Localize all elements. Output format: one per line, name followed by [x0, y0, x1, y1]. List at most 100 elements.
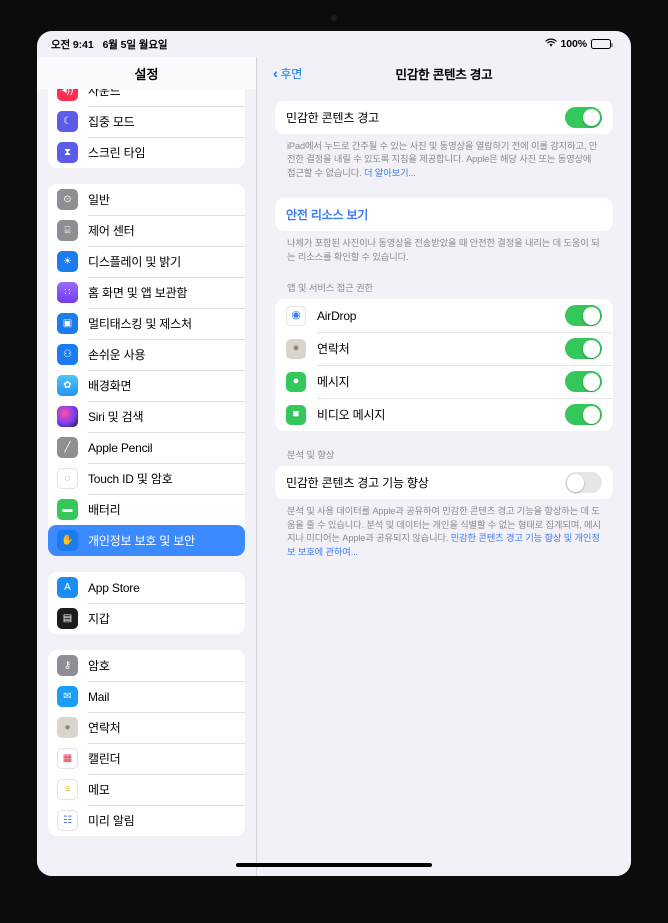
sidebar-item-label: 배터리 [88, 503, 121, 517]
sidebar-group-1: ⊙ 일반 ⌸ 제어 센터 ☀ 디스플레이 및 밝기 ∷ 홈 화면 및 앱 보관함 ▣ 멀티태스킹 … [48, 184, 245, 556]
sidebar-item-사운드[interactable]: ◂)) 사운드 [48, 89, 245, 106]
sensitive-content-warning-toggle[interactable] [565, 107, 602, 128]
ipad-screen: 오전 9:41 6월 5일 월요일 100% 설정 ◂)) 사운드 ☾ 집중 모… [37, 31, 631, 876]
home-indicator [236, 863, 432, 867]
back-button-label: 후면 [280, 66, 303, 81]
sidebar-item-홈-화면-및-앱-보관함[interactable]: ∷ 홈 화면 및 앱 보관함 [48, 277, 245, 308]
wallet-icon: ▤ [57, 608, 78, 629]
sidebar-item-label: 집중 모드 [88, 115, 135, 129]
split-view: 설정 ◂)) 사운드 ☾ 집중 모드 ⧗ 스크린 타임 ⊙ 일반 ⌸ 제어 센터 ☀ 디스플레이 및 … [37, 57, 631, 876]
contacts-icon: ● [57, 717, 78, 738]
app-permission-row-비디오-메시지[interactable]: ■ 비디오 메시지 [275, 398, 613, 431]
ipad-device-frame: 오전 9:41 6월 5일 월요일 100% 설정 ◂)) 사운드 ☾ 집중 모… [0, 0, 668, 923]
app-permission-toggle[interactable] [565, 305, 602, 327]
sidebar-item-label: 사운드 [88, 89, 121, 98]
sidebar-item-label: 멀티태스킹 및 제스처 [88, 317, 192, 331]
view-safety-resources-row[interactable]: 안전 리소스 보기 [275, 198, 613, 231]
chevron-left-icon: ‹ [273, 64, 278, 81]
front-camera [331, 15, 337, 21]
app-permission-toggle[interactable] [565, 371, 602, 393]
control-center-icon: ⌸ [57, 220, 78, 241]
sidebar-item-label: 스크린 타임 [88, 146, 146, 160]
pencil-icon: ╱ [57, 437, 78, 458]
sidebar-item-미리-알림[interactable]: ☷ 미리 알림 [48, 805, 245, 836]
sidebar-item-디스플레이-및-밝기[interactable]: ☀ 디스플레이 및 밝기 [48, 246, 245, 277]
sidebar-item-손쉬운-사용[interactable]: ⚇ 손쉬운 사용 [48, 339, 245, 370]
sensitive-content-warning-row[interactable]: 민감한 콘텐츠 경고 [275, 101, 613, 134]
learn-more-link[interactable]: 더 알아보기... [364, 168, 416, 178]
app-permission-row-메시지[interactable]: ● 메시지 [275, 365, 613, 398]
contacts-icon: ● [286, 338, 306, 359]
sidebar-item-apple-pencil[interactable]: ╱ Apple Pencil [48, 432, 245, 463]
back-button[interactable]: ‹ 후면 [273, 65, 302, 82]
hourglass-icon: ⧗ [57, 142, 78, 163]
airdrop-icon: ◉ [286, 305, 306, 326]
sidebar-item-label: Mail [88, 689, 110, 704]
sidebar-item-캘린더[interactable]: ▦ 캘린더 [48, 743, 245, 774]
app-permission-toggle[interactable] [565, 404, 602, 426]
app-store-icon: A [57, 577, 78, 598]
app-permission-label: 비디오 메시지 [317, 408, 386, 423]
sidebar-item-메모[interactable]: ≡ 메모 [48, 774, 245, 805]
multitasking-icon: ▣ [57, 313, 78, 334]
sidebar-item-label: 암호 [88, 659, 110, 673]
wallpaper-icon: ✿ [57, 375, 78, 396]
sidebar-item-siri-및-검색[interactable]: Siri 및 검색 [48, 401, 245, 432]
sidebar-item-암호[interactable]: ⚷ 암호 [48, 650, 245, 681]
sidebar-item-label: App Store [88, 580, 140, 595]
touch-id-icon: ◌ [57, 468, 78, 489]
page-title: 민감한 콘텐츠 경고 [395, 67, 493, 82]
settings-sidebar: 설정 ◂)) 사운드 ☾ 집중 모드 ⧗ 스크린 타임 ⊙ 일반 ⌸ 제어 센터 ☀ 디스플레이 및 … [37, 57, 257, 876]
status-bar-left: 오전 9:41 6월 5일 월요일 [51, 37, 168, 52]
sidebar-item-app-store[interactable]: A App Store [48, 572, 245, 603]
brightness-icon: ☀ [57, 251, 78, 272]
sidebar-item-label: Apple Pencil [88, 440, 153, 455]
analytics-footnote: 분석 및 사용 데이터를 Apple과 공유하여 민감한 콘텐츠 경고 기능을 … [275, 499, 613, 559]
sidebar-item-연락처[interactable]: ● 연락처 [48, 712, 245, 743]
apps-permissions-card: ◉ AirDrop ● 연락처 ● 메시지 ■ 비디오 메시지 [275, 299, 613, 432]
sidebar-item-배터리[interactable]: ▬ 배터리 [48, 494, 245, 525]
apps-section-header: 앱 및 서비스 접근 권한 [287, 283, 374, 294]
sidebar-item-label: Touch ID 및 암호 [88, 472, 173, 486]
sidebar-item-touch-id-및-암호[interactable]: ◌ Touch ID 및 암호 [48, 463, 245, 494]
sidebar-item-mail[interactable]: ✉ Mail [48, 681, 245, 712]
sidebar-item-label: 배경화면 [88, 379, 132, 393]
status-bar-right: 100% [544, 38, 613, 51]
speaker-icon: ◂)) [57, 89, 78, 101]
status-bar: 오전 9:41 6월 5일 월요일 100% [37, 31, 631, 57]
sidebar-item-일반[interactable]: ⊙ 일반 [48, 184, 245, 215]
improve-warning-row[interactable]: 민감한 콘텐츠 경고 기능 향상 [275, 466, 613, 499]
app-permission-row-airdrop[interactable]: ◉ AirDrop [275, 299, 613, 332]
gear-icon: ⊙ [57, 189, 78, 210]
app-permission-row-연락처[interactable]: ● 연락처 [275, 332, 613, 365]
app-permission-label: AirDrop [317, 308, 357, 323]
sidebar-group-3: ⚷ 암호 ✉ Mail ● 연락처 ▦ 캘린더 ≡ 메모 ☷ 미리 알림 [48, 650, 245, 836]
sidebar-item-제어-센터[interactable]: ⌸ 제어 센터 [48, 215, 245, 246]
sidebar-item-멀티태스킹-및-제스처[interactable]: ▣ 멀티태스킹 및 제스처 [48, 308, 245, 339]
sidebar-item-label: 미리 알림 [88, 814, 135, 828]
safety-resources-footnote: 나체가 포함된 사진이나 동영상을 전송받았을 때 안전한 결정을 내리는 데 … [275, 231, 613, 264]
sidebar-item-개인정보-보호-및-보안[interactable]: ✋ 개인정보 보호 및 보안 [48, 525, 245, 556]
analytics-section-header: 분석 및 향상 [287, 450, 335, 461]
reminders-icon: ☷ [57, 810, 78, 831]
sidebar-title: 설정 [37, 57, 256, 89]
sidebar-item-label: 제어 센터 [88, 224, 135, 238]
improve-warning-toggle[interactable] [565, 472, 602, 494]
sidebar-item-지갑[interactable]: ▤ 지갑 [48, 603, 245, 634]
sidebar-item-집중-모드[interactable]: ☾ 집중 모드 [48, 106, 245, 137]
detail-scroll-area[interactable]: 민감한 콘텐츠 경고 iPad에서 누드로 간주될 수 있는 사진 및 동영상을… [257, 89, 631, 876]
hand-raised-icon: ✋ [57, 530, 78, 551]
sidebar-group-0: ◂)) 사운드 ☾ 집중 모드 ⧗ 스크린 타임 [48, 89, 245, 168]
sensitive-content-warning-footnote: iPad에서 누드로 간주될 수 있는 사진 및 동영상을 열람하기 전에 이를… [275, 134, 613, 180]
messages-icon: ● [286, 371, 306, 392]
detail-panel: ‹ 후면 민감한 콘텐츠 경고 민감한 콘텐츠 경고 iPad에서 누드로 간주… [257, 57, 631, 876]
sidebar-item-스크린-타임[interactable]: ⧗ 스크린 타임 [48, 137, 245, 168]
sidebar-scroll-area[interactable]: ◂)) 사운드 ☾ 집중 모드 ⧗ 스크린 타임 ⊙ 일반 ⌸ 제어 센터 ☀ 디스플레이 및 밝기 ∷… [37, 89, 256, 876]
sidebar-group-2: A App Store ▤ 지갑 [48, 572, 245, 634]
analytics-card: 민감한 콘텐츠 경고 기능 향상 [275, 466, 613, 500]
detail-navigation-bar: ‹ 후면 민감한 콘텐츠 경고 [257, 57, 631, 89]
moon-icon: ☾ [57, 111, 78, 132]
app-permission-toggle[interactable] [565, 338, 602, 360]
footnote-text: 나체가 포함된 사진이나 동영상을 전송받았을 때 안전한 결정을 내리는 데 … [287, 238, 600, 262]
sidebar-item-배경화면[interactable]: ✿ 배경화면 [48, 370, 245, 401]
